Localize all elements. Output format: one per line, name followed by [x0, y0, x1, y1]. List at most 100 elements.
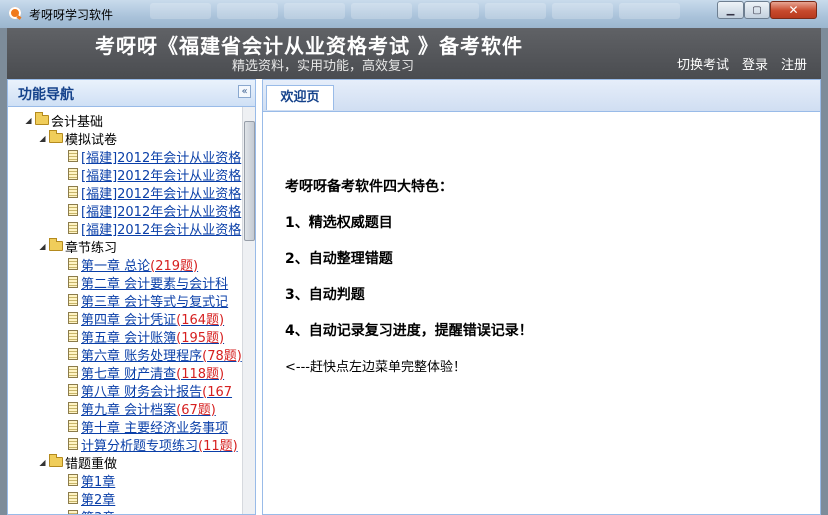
tree-leaf-label[interactable]: 第十章 主要经济业务事项: [81, 417, 228, 436]
leaf-title[interactable]: 第五章 会计账簿: [81, 331, 176, 346]
tree-leaf[interactable]: 第三章 会计等式与复式记: [68, 291, 228, 310]
maximize-button[interactable]: ▢: [744, 1, 770, 19]
document-icon: [68, 330, 78, 342]
leaf-title[interactable]: 第一章 总论: [81, 259, 150, 274]
question-count[interactable]: (167: [202, 385, 232, 400]
tree-leaf-label[interactable]: 第二章 会计要素与会计科: [81, 273, 228, 292]
tree-leaf-label[interactable]: 第六章 账务处理程序(78题): [81, 345, 242, 364]
leaf-title[interactable]: 第六章 账务处理程序: [81, 349, 202, 364]
app-client-area: 考呀呀《福建省会计从业资格考试 》备考软件 精选资料，实用功能，高效复习 切换考…: [7, 28, 821, 515]
welcome-heading: 考呀呀备考软件四大特色：: [285, 179, 453, 195]
tree-leaf-label[interactable]: 第四章 会计凭证(164题): [81, 309, 224, 328]
tree-leaf[interactable]: 第四章 会计凭证(164题): [68, 309, 224, 328]
feature-item: 1、精选权威题目: [285, 215, 393, 231]
tree-folder-label[interactable]: 错题重做: [65, 453, 117, 472]
tree-leaf[interactable]: 第一章 总论(219题): [68, 255, 198, 274]
tree-leaf[interactable]: 第二章 会计要素与会计科: [68, 273, 228, 292]
tree-leaf-label[interactable]: 第1章: [81, 471, 115, 490]
close-button[interactable]: ✕: [770, 1, 817, 19]
leaf-title[interactable]: 第二章 会计要素与会计科: [81, 277, 228, 292]
tree-leaf-label[interactable]: 第五章 会计账簿(195题): [81, 327, 224, 346]
tree-folder[interactable]: ◢ 模拟试卷: [38, 129, 117, 148]
tree-folder[interactable]: ◢ 会计基础: [24, 111, 103, 130]
leaf-title[interactable]: [福建]2012年会计从业资格: [81, 223, 241, 238]
leaf-title[interactable]: 第七章 财产清查: [81, 367, 176, 382]
folder-open-icon: [49, 130, 63, 143]
expand-arrow-icon[interactable]: ◢: [38, 458, 47, 467]
tree-leaf[interactable]: 第六章 账务处理程序(78题): [68, 345, 242, 364]
tree-leaf[interactable]: [福建]2012年会计从业资格: [68, 201, 241, 220]
switch-exam-link[interactable]: 切换考试: [677, 54, 729, 73]
leaf-title[interactable]: 第1章: [81, 475, 115, 490]
expand-arrow-icon[interactable]: ◢: [38, 134, 47, 143]
tree-leaf-label[interactable]: [福建]2012年会计从业资格: [81, 147, 241, 166]
leaf-title[interactable]: 第八章 财务会计报告: [81, 385, 202, 400]
leaf-title[interactable]: [福建]2012年会计从业资格: [81, 205, 241, 220]
tree-leaf[interactable]: 第2章: [68, 489, 115, 508]
leaf-title[interactable]: [福建]2012年会计从业资格: [81, 169, 241, 184]
document-icon: [68, 420, 78, 432]
tree-folder-label[interactable]: 会计基础: [51, 111, 103, 130]
header-nav: 切换考试 登录 注册: [677, 54, 807, 73]
tree-leaf-label[interactable]: [福建]2012年会计从业资格: [81, 219, 241, 238]
tree-leaf-label[interactable]: 第三章 会计等式与复式记: [81, 291, 228, 310]
tree-leaf[interactable]: 第十章 主要经济业务事项: [68, 417, 228, 436]
tree-leaf-label[interactable]: 第八章 财务会计报告(167: [81, 381, 232, 400]
expand-arrow-icon[interactable]: ◢: [38, 242, 47, 251]
tree-leaf[interactable]: 第九章 会计档案(67题): [68, 399, 216, 418]
tree-leaf[interactable]: 计算分析题专项练习(11题): [68, 435, 238, 454]
question-count[interactable]: (195题): [176, 331, 224, 346]
nav-tree-scrollbar[interactable]: [242, 107, 255, 514]
tab-welcome[interactable]: 欢迎页: [266, 85, 334, 110]
tree-leaf[interactable]: 第七章 财产清查(118题): [68, 363, 224, 382]
question-count[interactable]: (11题): [198, 439, 238, 454]
question-count[interactable]: (78题): [202, 349, 242, 364]
minimize-button[interactable]: ▁: [717, 1, 744, 19]
question-count[interactable]: (219题): [150, 259, 198, 274]
tree-folder-label[interactable]: 章节练习: [65, 237, 117, 256]
register-link[interactable]: 注册: [781, 54, 807, 73]
leaf-title[interactable]: 第三章 会计等式与复式记: [81, 295, 228, 310]
question-count[interactable]: (164题): [176, 313, 224, 328]
leaf-title[interactable]: 第3章: [81, 511, 115, 515]
tree-folder-label[interactable]: 模拟试卷: [65, 129, 117, 148]
tree-leaf-label[interactable]: 第九章 会计档案(67题): [81, 399, 216, 418]
tree-leaf[interactable]: 第八章 财务会计报告(167: [68, 381, 232, 400]
leaf-title[interactable]: 第十章 主要经济业务事项: [81, 421, 228, 436]
question-count[interactable]: (67题): [176, 403, 216, 418]
tree-leaf-label[interactable]: 计算分析题专项练习(11题): [81, 435, 238, 454]
document-icon: [68, 312, 78, 324]
tree-leaf-label[interactable]: 第3章: [81, 507, 115, 515]
tree-leaf[interactable]: 第1章: [68, 471, 115, 490]
tree-folder[interactable]: ◢ 错题重做: [38, 453, 117, 472]
tree-leaf[interactable]: 第3章: [68, 507, 115, 515]
folder-open-icon: [49, 238, 63, 251]
scrollbar-thumb[interactable]: [244, 121, 255, 241]
leaf-title[interactable]: 第九章 会计档案: [81, 403, 176, 418]
leaf-title[interactable]: 第2章: [81, 493, 115, 508]
leaf-title[interactable]: [福建]2012年会计从业资格: [81, 187, 241, 202]
welcome-hint: <---赶快点左边菜单完整体验！: [285, 360, 466, 375]
leaf-title[interactable]: 第四章 会计凭证: [81, 313, 176, 328]
tree-leaf-label[interactable]: [福建]2012年会计从业资格: [81, 201, 241, 220]
tree-leaf-label[interactable]: [福建]2012年会计从业资格: [81, 165, 241, 184]
tree-leaf[interactable]: [福建]2012年会计从业资格: [68, 183, 241, 202]
collapse-panel-button[interactable]: «: [238, 85, 251, 98]
tree-leaf[interactable]: 第五章 会计账簿(195题): [68, 327, 224, 346]
document-icon: [68, 402, 78, 414]
tree-leaf-label[interactable]: 第2章: [81, 489, 115, 508]
tree-leaf[interactable]: [福建]2012年会计从业资格: [68, 165, 241, 184]
tree-leaf-label[interactable]: [福建]2012年会计从业资格: [81, 183, 241, 202]
tree-leaf-label[interactable]: 第一章 总论(219题): [81, 255, 198, 274]
tree-leaf-label[interactable]: 第七章 财产清查(118题): [81, 363, 224, 382]
question-count[interactable]: (118题): [176, 367, 224, 382]
expand-arrow-icon[interactable]: ◢: [24, 116, 33, 125]
document-icon: [68, 204, 78, 216]
leaf-title[interactable]: 计算分析题专项练习: [81, 439, 198, 454]
tree-leaf[interactable]: [福建]2012年会计从业资格: [68, 219, 241, 238]
tree-leaf[interactable]: [福建]2012年会计从业资格: [68, 147, 241, 166]
login-link[interactable]: 登录: [742, 54, 768, 73]
leaf-title[interactable]: [福建]2012年会计从业资格: [81, 151, 241, 166]
window-titlebar: 考呀呀学习软件 ▁ ▢ ✕: [0, 0, 828, 28]
tree-folder[interactable]: ◢ 章节练习: [38, 237, 117, 256]
